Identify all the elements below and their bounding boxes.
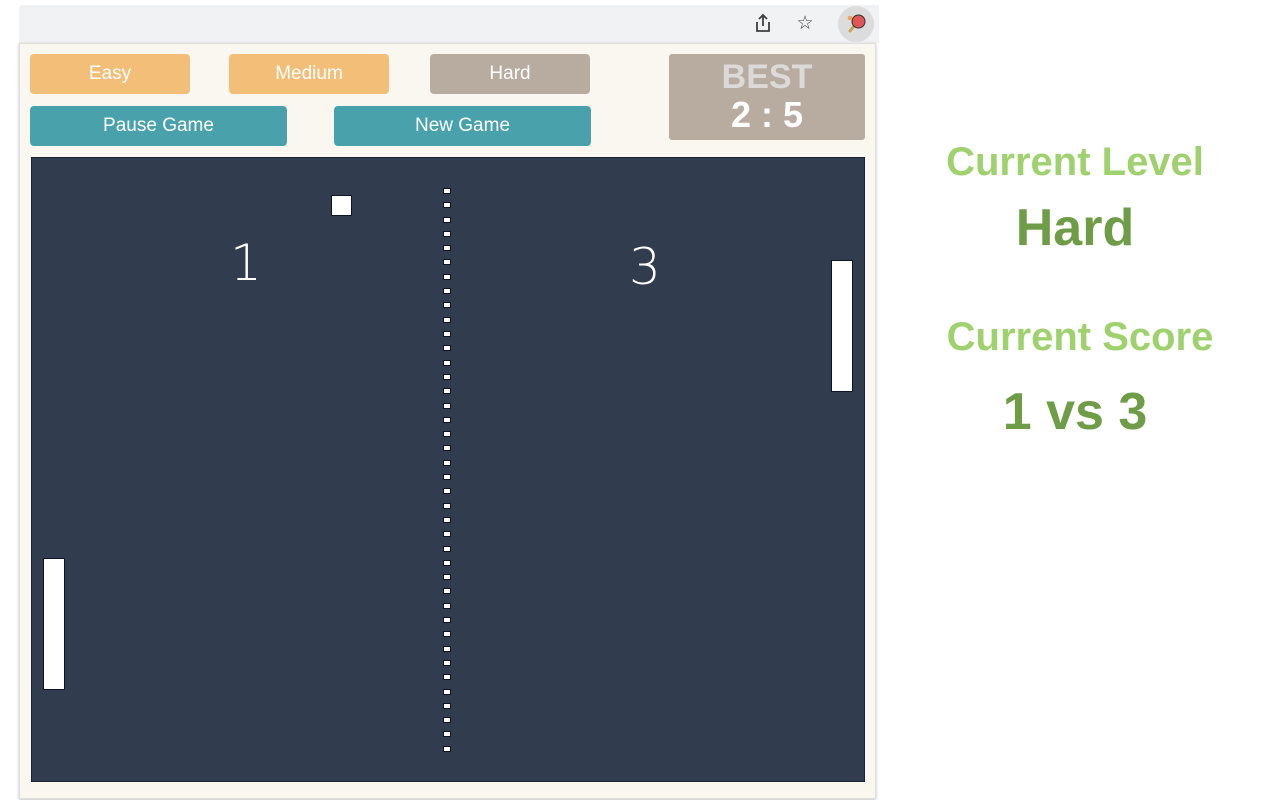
net-dash [443, 517, 451, 523]
net-dash [443, 417, 451, 423]
net-dash [443, 460, 451, 466]
ping-pong-extension-button[interactable] [838, 6, 874, 42]
net-dash [443, 588, 451, 594]
net-dash [443, 717, 451, 723]
net-dash [443, 689, 451, 695]
net-dash [443, 660, 451, 666]
medium-level-button[interactable]: Medium [229, 54, 389, 94]
net-dash [443, 403, 451, 409]
bookmark-star-icon[interactable]: ☆ [794, 12, 816, 34]
net-dash [443, 674, 451, 680]
net-dash [443, 617, 451, 623]
new-game-button[interactable]: New Game [334, 106, 591, 146]
best-label: BEST [721, 58, 813, 96]
current-level-value: Hard [1015, 199, 1135, 257]
net-dash [443, 317, 451, 323]
ping-pong-paddle-icon [847, 14, 866, 33]
share-icon[interactable] [752, 12, 774, 34]
best-score-panel: BEST 2 : 5 [669, 54, 865, 140]
net-dash [443, 474, 451, 480]
current-score-label: Current Score [946, 315, 1214, 359]
net-dash [443, 574, 451, 580]
net-dash [443, 731, 451, 737]
right-player-score: 3 [629, 238, 661, 296]
net-dash [443, 431, 451, 437]
net-dash [443, 703, 451, 709]
net-dash [443, 503, 451, 509]
net-dash [443, 388, 451, 394]
extension-popup: Easy Medium Hard Pause Game New Game BES… [19, 43, 876, 799]
pause-game-button[interactable]: Pause Game [30, 106, 287, 146]
net-dash [443, 288, 451, 294]
net-dash [443, 202, 451, 208]
net-dash [443, 331, 451, 337]
net-dash [443, 374, 451, 380]
net-dash [443, 746, 451, 752]
net-dash [443, 360, 451, 366]
net-dash [443, 245, 451, 251]
ball [331, 195, 352, 216]
right-paddle [831, 260, 853, 392]
easy-level-button[interactable]: Easy [30, 54, 190, 94]
net-dash [443, 603, 451, 609]
net-dash [443, 531, 451, 537]
left-paddle[interactable] [43, 558, 65, 690]
net-dash [443, 631, 451, 637]
current-score-value: 1 vs 3 [1002, 383, 1148, 441]
net-dash [443, 560, 451, 566]
net-dash [443, 231, 451, 237]
net-dash [443, 259, 451, 265]
net-dash [443, 488, 451, 494]
net-dash [443, 345, 451, 351]
screen: ☆ Easy Medium Hard Pause Game New Game B… [0, 0, 1280, 800]
hard-level-button[interactable]: Hard [430, 54, 590, 94]
left-player-score: 1 [230, 234, 262, 292]
best-score-value: 2 : 5 [730, 94, 804, 135]
net-dash [443, 546, 451, 552]
current-level-label: Current Level [946, 140, 1204, 184]
net-dash [443, 302, 451, 308]
net-dash [443, 646, 451, 652]
net-dash [443, 274, 451, 280]
net-dash [443, 188, 451, 194]
net-dash [443, 217, 451, 223]
game-court[interactable]: 1 3 [31, 157, 865, 782]
net-dash [443, 445, 451, 451]
